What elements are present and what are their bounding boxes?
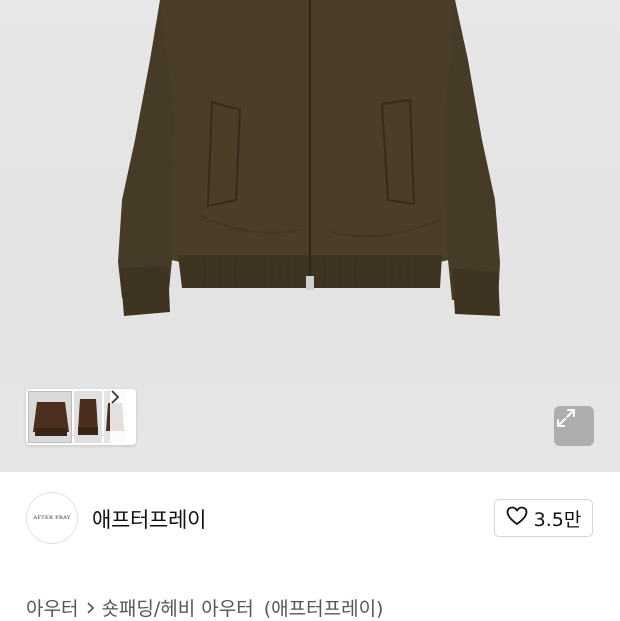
chevron-right-icon <box>86 601 95 615</box>
thumbnail-next-button[interactable] <box>110 389 136 445</box>
brand-logo-text: AFTER PRAY <box>33 515 71 521</box>
breadcrumb-brand-tag[interactable]: (애프터프레이) <box>264 594 384 621</box>
like-button[interactable]: 3.5만 <box>494 499 593 537</box>
product-image[interactable] <box>0 0 620 472</box>
brand-logo[interactable]: AFTER PRAY <box>26 492 78 544</box>
thumbnail-2[interactable] <box>74 391 102 443</box>
breadcrumb: 아우터 숏패딩/헤비 아우터 (애프터프레이) <box>26 594 383 621</box>
thumbnail-strip <box>26 389 136 445</box>
heart-outline-icon <box>506 506 528 531</box>
expand-image-button[interactable] <box>554 406 594 446</box>
breadcrumb-category[interactable]: 아우터 <box>26 594 78 621</box>
brand-name[interactable]: 애프터프레이 <box>92 504 206 534</box>
breadcrumb-subcategory[interactable]: 숏패딩/헤비 아우터 <box>101 594 253 621</box>
brand-row: AFTER PRAY 애프터프레이 3.5만 <box>0 472 620 564</box>
thumbnail-1[interactable] <box>28 391 72 443</box>
like-count: 3.5만 <box>533 508 582 531</box>
